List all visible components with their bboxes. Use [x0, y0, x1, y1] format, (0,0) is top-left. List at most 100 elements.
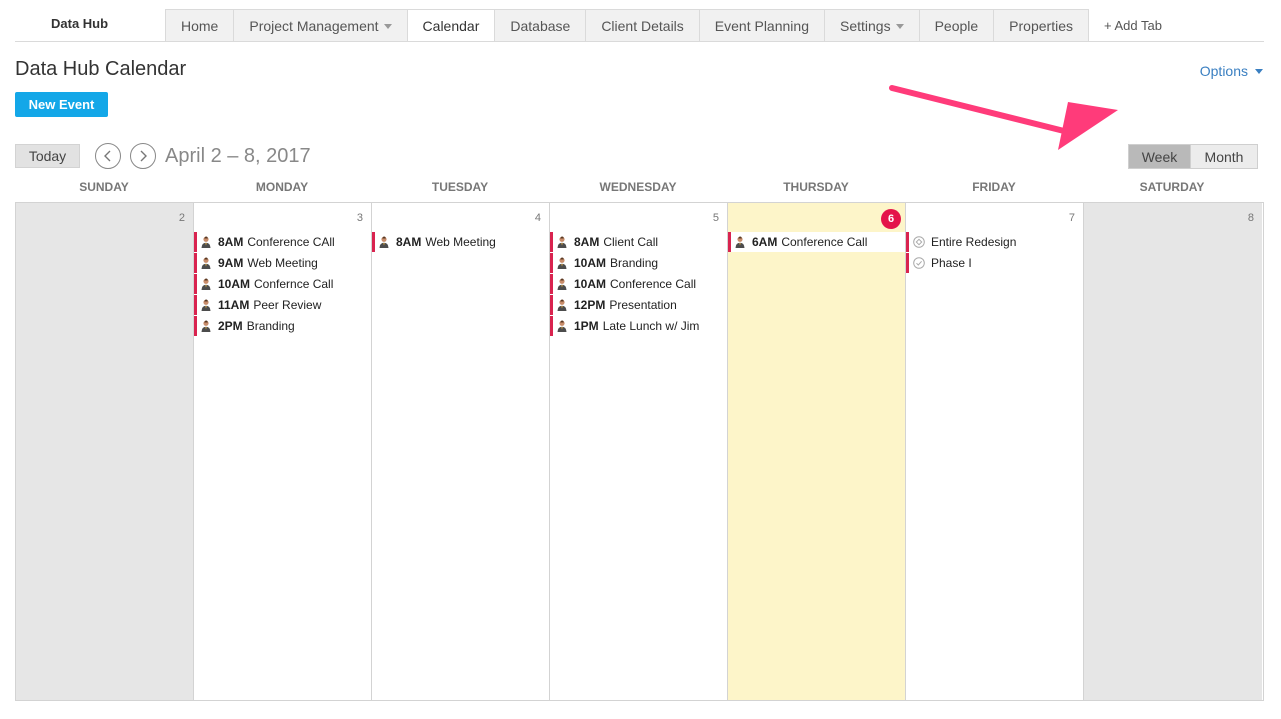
- person-icon: [201, 278, 218, 290]
- view-toggle: Week Month: [1128, 144, 1258, 169]
- calendar-event[interactable]: Phase I: [906, 253, 1083, 273]
- tab-database[interactable]: Database: [495, 9, 587, 42]
- weekday-header: WEDNESDAY: [599, 180, 677, 194]
- tab-label: Home: [181, 17, 219, 34]
- day-cell-thursday[interactable]: 6 6AM Conference Call: [728, 203, 906, 700]
- add-tab-button[interactable]: + Add Tab: [1089, 9, 1177, 42]
- day-cell-wednesday[interactable]: 5 8AM Client Call 10AM Branding 10AM Conferen…: [550, 203, 728, 700]
- person-icon: [201, 299, 218, 311]
- calendar-event[interactable]: 8AM Client Call: [550, 232, 727, 252]
- page-title: Data Hub Calendar: [15, 58, 187, 80]
- day-number: 5: [712, 212, 719, 224]
- day-cell-tuesday[interactable]: 4 8AM Web Meeting: [372, 203, 550, 700]
- tab-settings[interactable]: Settings: [824, 9, 920, 42]
- event-title: Entire Redesign: [931, 235, 1017, 249]
- person-icon: [201, 320, 218, 332]
- calendar-event[interactable]: 1PM Late Lunch w/ Jim: [550, 316, 727, 336]
- event-title: Late Lunch w/ Jim: [602, 319, 700, 333]
- chevron-down-icon: [895, 24, 904, 29]
- tab-home[interactable]: Home: [165, 9, 235, 42]
- day-number: 4: [534, 212, 541, 224]
- day-number: 7: [1068, 212, 1075, 224]
- previous-week-button[interactable]: [95, 143, 121, 169]
- weekday-header: TUESDAY: [431, 180, 489, 194]
- person-icon: [201, 236, 218, 248]
- new-event-button[interactable]: New Event: [15, 92, 108, 117]
- person-icon: [557, 320, 574, 332]
- day-cell-sunday[interactable]: 2: [16, 203, 194, 700]
- date-range: April 2 – 8, 2017: [165, 145, 311, 167]
- event-title: Conference CAll: [247, 235, 335, 249]
- calendar-event[interactable]: 8AM Web Meeting: [372, 232, 549, 252]
- calendar-event[interactable]: 10AM Branding: [550, 253, 727, 273]
- event-title: Branding: [610, 256, 659, 270]
- event-time: 10AM: [574, 256, 607, 270]
- tab-label: Database: [510, 17, 571, 34]
- event-time: 10AM: [218, 277, 251, 291]
- event-list: Entire Redesign Phase I: [906, 232, 1083, 274]
- event-time: 6AM: [752, 235, 778, 249]
- calendar-event[interactable]: 10AM Conference Call: [550, 274, 727, 294]
- tab-label: Client Details: [601, 17, 684, 34]
- check-circle-icon: [913, 257, 931, 269]
- event-title: Client Call: [603, 235, 659, 249]
- person-icon: [735, 236, 752, 248]
- weekday-header: SATURDAY: [1139, 180, 1205, 194]
- brand-name[interactable]: Data Hub: [51, 16, 108, 31]
- today-button[interactable]: Today: [15, 144, 80, 168]
- month-view-button[interactable]: Month: [1191, 144, 1258, 169]
- day-number: 2: [178, 212, 185, 224]
- tab-client-details[interactable]: Client Details: [586, 9, 700, 42]
- event-list: 8AM Conference CAll 9AM Web Meeting 10AM Conf…: [194, 232, 371, 337]
- calendar-event[interactable]: 10AM Confernce Call: [194, 274, 371, 294]
- day-cell-friday[interactable]: 7 Entire Redesign Phase I: [906, 203, 1084, 700]
- tab-label: Calendar: [422, 17, 480, 34]
- options-dropdown[interactable]: Options: [1200, 63, 1263, 79]
- tab-project-management[interactable]: Project Management: [234, 9, 408, 42]
- event-title: Conference Call: [781, 235, 868, 249]
- event-list: 8AM Web Meeting: [372, 232, 549, 253]
- chevron-right-icon: [140, 150, 147, 162]
- annotation-arrow: [889, 85, 1118, 150]
- event-title: Confernce Call: [254, 277, 334, 291]
- tab-event-planning[interactable]: Event Planning: [699, 9, 825, 42]
- event-time: 1PM: [574, 319, 599, 333]
- tab-properties[interactable]: Properties: [994, 9, 1089, 42]
- calendar-event[interactable]: 9AM Web Meeting: [194, 253, 371, 273]
- event-time: 8AM: [218, 235, 244, 249]
- tab-bar: Home Project Management Calendar Databas…: [165, 9, 1177, 42]
- person-icon: [557, 257, 574, 269]
- event-time: 12PM: [574, 298, 606, 312]
- calendar-event[interactable]: 8AM Conference CAll: [194, 232, 371, 252]
- tab-label: Settings: [839, 17, 891, 34]
- weekday-header-row: SUNDAY MONDAY TUESDAY WEDNESDAY THURSDAY…: [15, 180, 1264, 194]
- day-cell-monday[interactable]: 3 8AM Conference CAll 9AM Web Meeting 10AM Co…: [194, 203, 372, 700]
- event-title: Phase I: [931, 256, 972, 270]
- event-time: 8AM: [574, 235, 600, 249]
- person-icon: [379, 236, 396, 248]
- week-view-button[interactable]: Week: [1128, 144, 1191, 169]
- top-navigation: Data Hub Home Project Management Calenda…: [0, 0, 1281, 42]
- event-list: 6AM Conference Call: [728, 232, 905, 253]
- tab-people[interactable]: People: [919, 9, 995, 42]
- tab-label: Event Planning: [714, 17, 809, 34]
- milestone-icon: [913, 236, 931, 248]
- calendar-event[interactable]: Entire Redesign: [906, 232, 1083, 252]
- calendar-event[interactable]: 6AM Conference Call: [728, 232, 905, 252]
- day-number: 8: [1247, 212, 1254, 224]
- chevron-down-icon: [383, 24, 392, 29]
- person-icon: [557, 236, 574, 248]
- event-title: Branding: [246, 319, 295, 333]
- event-title: Web Meeting: [425, 235, 496, 249]
- calendar-event[interactable]: 2PM Branding: [194, 316, 371, 336]
- calendar-event[interactable]: 11AM Peer Review: [194, 295, 371, 315]
- day-cell-saturday[interactable]: 8: [1084, 203, 1262, 700]
- event-time: 2PM: [218, 319, 243, 333]
- calendar-event[interactable]: 12PM Presentation: [550, 295, 727, 315]
- event-title: Web Meeting: [247, 256, 318, 270]
- tab-label: Project Management: [249, 17, 379, 34]
- tab-calendar[interactable]: Calendar: [407, 9, 496, 42]
- tab-label: People: [934, 17, 979, 34]
- event-title: Presentation: [609, 298, 677, 312]
- next-week-button[interactable]: [130, 143, 156, 169]
